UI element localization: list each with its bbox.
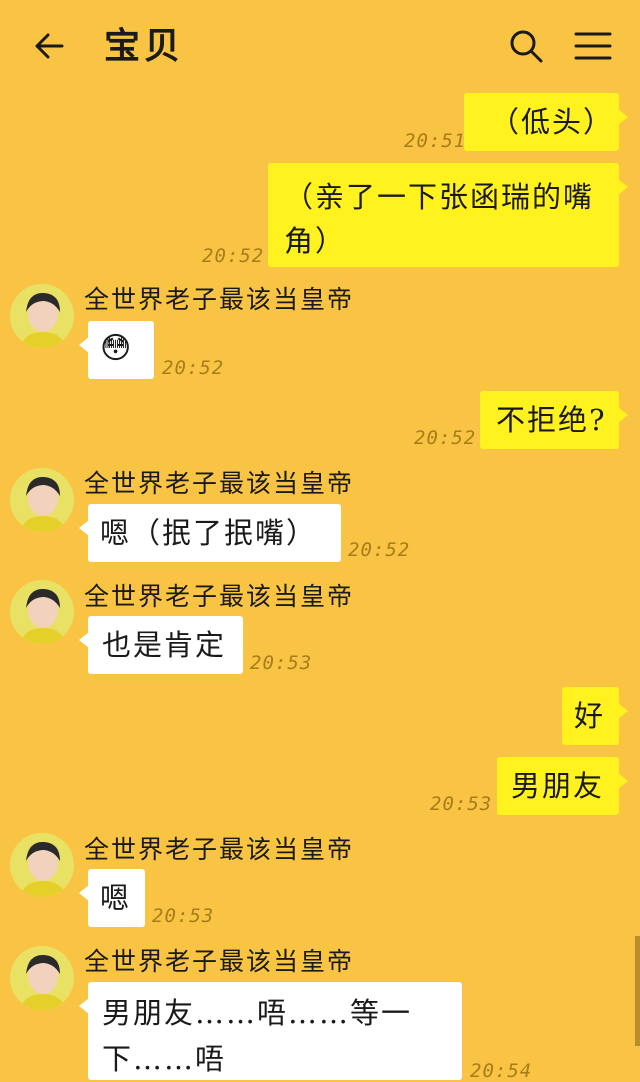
message-timestamp: 20:53 <box>152 905 215 927</box>
my-message-bubble[interactable]: 好 <box>562 687 628 745</box>
contact-avatar[interactable] <box>10 284 74 348</box>
message-timestamp: 20:52 <box>414 427 477 449</box>
chat-title: 宝贝 <box>104 25 185 67</box>
message-text: 男朋友 <box>511 769 605 803</box>
other-message-bubble[interactable]: 😳 <box>79 321 154 379</box>
contact-avatar[interactable] <box>10 946 74 1010</box>
my-message-bubble[interactable]: （亲了一下张函瑞的嘴 角） <box>268 163 628 267</box>
message-timestamp: 20:52 <box>162 357 225 379</box>
contact-avatar[interactable] <box>10 468 74 532</box>
other-message-bubble[interactable]: 嗯（抿了抿嘴） <box>79 504 341 562</box>
message-text: （低头） <box>490 105 615 139</box>
emoji-flushed-icon: 😳 <box>100 331 134 366</box>
contact-name: 全世界老子最该当皇帝 <box>84 835 355 864</box>
other-message-bubble[interactable]: 也是肯定 <box>79 616 243 674</box>
message-timestamp: 20:51 <box>404 130 467 152</box>
contact-name: 全世界老子最该当皇帝 <box>84 947 355 976</box>
avatar-image <box>10 946 74 1010</box>
contact-name: 全世界老子最该当皇帝 <box>84 469 355 498</box>
message-text: 也是肯定 <box>102 628 227 662</box>
scrollbar[interactable] <box>635 936 640 1046</box>
message-timestamp: 20:53 <box>250 652 313 674</box>
contact-name: 全世界老子最该当皇帝 <box>84 582 355 611</box>
other-message-bubble[interactable]: 男朋友……唔……等一 下……唔 <box>79 982 462 1080</box>
message-timestamp: 20:52 <box>202 245 265 267</box>
avatar-image <box>10 284 74 348</box>
avatar-image <box>10 833 74 897</box>
message-timestamp: 20:53 <box>430 793 493 815</box>
message-timestamp: 20:54 <box>470 1060 533 1082</box>
my-message-bubble[interactable]: 男朋友 <box>497 757 628 815</box>
my-message-bubble[interactable]: 不拒绝? <box>480 391 628 449</box>
hamburger-menu-icon[interactable] <box>574 28 612 64</box>
search-icon[interactable] <box>506 26 546 66</box>
contact-name: 全世界老子最该当皇帝 <box>84 285 355 314</box>
arrow-left-icon[interactable] <box>28 24 72 68</box>
my-message-bubble[interactable]: （低头） <box>464 93 628 151</box>
message-text-line: （亲了一下张函瑞的嘴 <box>284 180 595 214</box>
avatar-image <box>10 580 74 644</box>
message-text-line: 下……唔 <box>102 1042 227 1076</box>
avatar-image <box>10 468 74 532</box>
message-text-line: 男朋友……唔……等一 <box>102 996 413 1030</box>
contact-avatar[interactable] <box>10 833 74 897</box>
other-message-bubble[interactable]: 嗯 <box>79 869 145 927</box>
message-timestamp: 20:52 <box>348 539 411 561</box>
message-text: 好 <box>574 699 606 733</box>
chat-header: 宝贝 <box>0 0 640 92</box>
message-text: 不拒绝? <box>496 403 607 437</box>
message-text: 嗯（抿了抿嘴） <box>100 516 318 550</box>
message-text: 嗯 <box>100 881 132 915</box>
message-text-line: 角） <box>284 224 347 258</box>
contact-avatar[interactable] <box>10 580 74 644</box>
